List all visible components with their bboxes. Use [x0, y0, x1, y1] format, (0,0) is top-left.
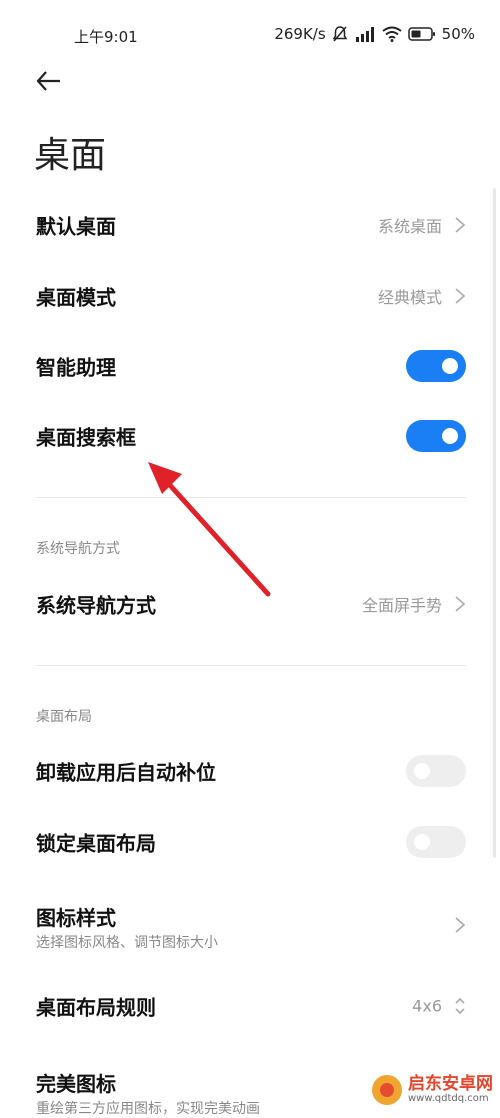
row-value: 4x6 — [412, 996, 442, 1016]
row-value: 经典模式 — [377, 288, 442, 307]
row-label: 完美图标 — [36, 1072, 116, 1096]
chevron-right-icon — [455, 288, 466, 304]
wifi-icon — [382, 26, 402, 42]
watermark-url: www.qdtdq.com — [408, 1093, 489, 1104]
smart-assistant-toggle[interactable] — [406, 350, 466, 382]
toggle-knob — [414, 763, 430, 779]
row-subtitle: 重绘第三方应用图标，实现完美动画 — [36, 1101, 260, 1117]
page-title: 桌面 — [34, 135, 107, 176]
watermark-name: 启东安卓网 — [408, 1074, 493, 1094]
row-label: 桌面布局规则 — [36, 995, 156, 1020]
section-title-layout: 桌面布局 — [36, 709, 92, 725]
watermark-logo-icon — [372, 1075, 402, 1105]
toggle-knob — [442, 428, 458, 444]
row-label: 默认桌面 — [36, 214, 116, 239]
hd-signal-icon — [355, 27, 374, 42]
row-value: 系统桌面 — [377, 217, 442, 236]
mute-bell-icon — [332, 26, 347, 42]
watermark: 启东安卓网 www.qdtdq.com — [372, 1071, 498, 1109]
row-subtitle: 选择图标风格、调节图标大小 — [36, 935, 218, 951]
status-bar: 上午9:01 269K/s 50% — [0, 0, 500, 70]
battery-icon — [407, 27, 435, 41]
row-layout-rule[interactable]: 桌面布局规则 4x6 — [0, 974, 500, 1038]
row-value: 全面屏手势 — [361, 596, 442, 615]
row-label: 桌面搜索框 — [36, 425, 136, 450]
status-time: 上午9:01 — [74, 28, 138, 46]
back-arrow-icon — [36, 71, 60, 91]
updown-chevron-icon — [455, 997, 465, 1015]
auto-fill-toggle[interactable] — [406, 755, 466, 787]
row-auto-fill[interactable]: 卸载应用后自动补位 — [0, 739, 500, 803]
section-title-navigation: 系统导航方式 — [36, 541, 120, 557]
search-bar-toggle[interactable] — [406, 420, 466, 452]
row-label: 卸载应用后自动补位 — [36, 760, 216, 785]
battery-percent: 50% — [441, 25, 475, 43]
row-default-launcher[interactable]: 默认桌面 系统桌面 — [0, 193, 500, 257]
back-button[interactable] — [34, 66, 70, 102]
toggle-knob — [442, 358, 458, 374]
lock-layout-toggle[interactable] — [406, 826, 466, 858]
row-label: 智能助理 — [36, 355, 116, 380]
chevron-right-icon — [455, 596, 466, 612]
row-label: 系统导航方式 — [36, 593, 156, 618]
network-speed: 269K/s — [274, 25, 326, 43]
row-icon-style[interactable]: 图标样式 选择图标风格、调节图标大小 — [0, 892, 500, 958]
chevron-right-icon — [455, 917, 466, 933]
toggle-knob — [414, 834, 430, 850]
status-right-group: 269K/s 50% — [274, 25, 475, 43]
divider — [36, 665, 466, 666]
row-navigation-method[interactable]: 系统导航方式 全面屏手势 — [0, 572, 500, 636]
row-search-bar[interactable]: 桌面搜索框 — [0, 404, 500, 468]
row-launcher-mode[interactable]: 桌面模式 经典模式 — [0, 264, 500, 328]
row-label: 图标样式 — [36, 906, 116, 930]
row-label: 锁定桌面布局 — [36, 831, 156, 856]
chevron-right-icon — [455, 217, 466, 233]
row-lock-layout[interactable]: 锁定桌面布局 — [0, 810, 500, 874]
row-smart-assistant[interactable]: 智能助理 — [0, 334, 500, 398]
row-label: 桌面模式 — [36, 285, 116, 310]
divider — [36, 497, 466, 498]
